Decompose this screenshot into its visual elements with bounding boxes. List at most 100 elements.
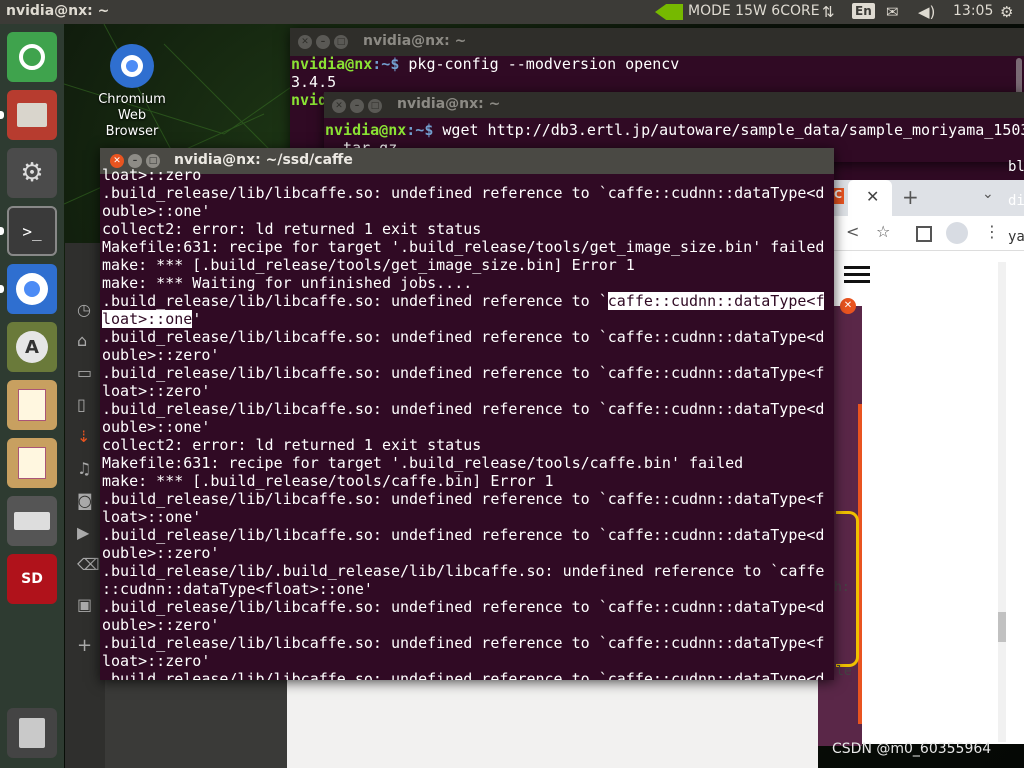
folder-icon[interactable]: ▭ (77, 363, 92, 382)
terminal-line: ::cudnn::dataType<float>::one' (102, 580, 373, 598)
chrome-browser-window: C ✕ + ⌄ < ☆ ⋮ ✕ h: le (818, 180, 1024, 746)
add-location-icon[interactable]: + (77, 635, 92, 656)
tab-search-icon[interactable]: ⌄ (982, 186, 994, 202)
hamburger-menu-icon[interactable] (844, 266, 870, 269)
scrollbar-thumb[interactable] (998, 612, 1006, 642)
terminal-line: collect2: error: ld returned 1 exit stat… (102, 436, 482, 454)
minimize-button[interactable]: – (350, 99, 364, 113)
text-editor-icon-2[interactable] (7, 438, 57, 488)
home-icon[interactable]: ⌂ (77, 331, 87, 350)
software-updater-icon[interactable]: A (7, 322, 57, 372)
menu-kebab-icon[interactable]: ⋮ (984, 222, 1000, 241)
close-button[interactable]: ✕ (298, 35, 312, 49)
prompt-path: :~$ (372, 55, 400, 73)
settings-gear-icon[interactable]: ⚙ (1000, 3, 1013, 21)
terminal-line: make: *** [.build_release/tools/get_imag… (102, 256, 635, 274)
minimize-button[interactable]: – (316, 35, 330, 49)
document-icon[interactable]: ▯ (77, 395, 86, 414)
terminal-line: loat>::zero' (102, 382, 211, 400)
selected-text[interactable]: loat>::one (102, 310, 193, 328)
window-title: nvidia@nx: ~ (363, 33, 467, 49)
close-button[interactable]: ✕ (332, 99, 346, 113)
prompt-path: :~$ (406, 121, 434, 139)
overlay-close-icon[interactable]: ✕ (840, 298, 856, 314)
system-settings-icon[interactable]: ⚙ (7, 148, 57, 198)
mail-icon[interactable]: ✉ (886, 3, 899, 21)
browser-scrollbar[interactable] (998, 262, 1006, 742)
file-manager-icon[interactable] (7, 90, 57, 140)
terminal-caffe-output[interactable]: loat>::zero .build_release/lib/libcaffe.s… (102, 166, 832, 680)
running-indicator (0, 285, 4, 293)
terminal-line: .build_release/lib/libcaffe.so: undefine… (102, 670, 825, 680)
terminal-line: Makefile:631: recipe for target '.build_… (102, 238, 825, 256)
terminal-line: make: *** Waiting for unfinished jobs...… (102, 274, 473, 292)
profile-avatar-icon[interactable] (946, 222, 968, 244)
terminal-line: Makefile:631: recipe for target '.build_… (102, 454, 744, 472)
drive-icon[interactable] (7, 496, 57, 546)
clock[interactable]: 13:05 (953, 3, 993, 19)
terminal-line: collect2: error: ld returned 1 exit stat… (102, 220, 482, 238)
camera-icon[interactable]: ◙ (77, 491, 93, 510)
prompt-user: nvidia@nx (291, 55, 373, 73)
drive-small-icon[interactable]: ▣ (77, 595, 92, 614)
recent-icon[interactable]: ◷ (77, 300, 91, 319)
terminal-line: .build_release/lib/libcaffe.so: undefine… (102, 184, 825, 202)
keyboard-layout[interactable]: En (852, 3, 875, 19)
side-panel-icon[interactable] (916, 226, 932, 242)
music-icon[interactable]: ♫ (77, 459, 91, 478)
running-indicator (0, 227, 4, 235)
terminal-line: .build_release/lib/libcaffe.so: undefine… (102, 364, 825, 382)
top-panel: nvidia@nx: ~ MODE 15W 6CORE ⇅ En ✉ ◀) 13… (0, 0, 1024, 24)
trash-small-icon[interactable]: ⌫ (77, 555, 100, 574)
terminal-line: ouble>::zero' (102, 346, 220, 364)
chromium-icon (110, 44, 154, 88)
line-prefix: .build_release/lib/libcaffe.so: undefine… (102, 292, 608, 310)
sd-card-icon[interactable]: SD (7, 554, 57, 604)
fragment-ya: ya (1008, 229, 1024, 245)
command-text: pkg-config --modversion opencv (399, 55, 680, 73)
download-icon[interactable]: ⇣ (77, 427, 90, 446)
terminal-line: loat>::one' (102, 508, 202, 526)
power-mode-indicator[interactable]: MODE 15W 6CORE (688, 3, 820, 19)
terminal-line: loat>::zero' (102, 652, 211, 670)
terminal-window-caffe: ✕ – □ nvidia@nx: ~/ssd/caffe loat>::zero… (100, 148, 834, 680)
video-icon[interactable]: ▶ (77, 523, 89, 542)
new-tab-icon[interactable]: + (902, 185, 919, 209)
active-tab[interactable]: ✕ (848, 180, 892, 216)
terminal-line: loat>::zero (102, 166, 202, 184)
chromium-desktop-shortcut[interactable]: Chromium Web Browser (92, 44, 172, 140)
share-icon[interactable]: < (846, 222, 859, 241)
network-arrows-icon[interactable]: ⇅ (822, 3, 835, 21)
line-tail: ' (192, 310, 202, 328)
output-text: 3.4.5 (291, 73, 337, 91)
file-manager-content (287, 680, 818, 768)
terminal-line: .build_release/lib/libcaffe.so: undefine… (102, 328, 825, 346)
terminal-icon[interactable]: >_ (7, 206, 57, 256)
nvidia-logo-icon[interactable] (655, 4, 683, 20)
terminal-line: make: *** [.build_release/tools/caffe.bi… (102, 472, 554, 490)
active-window-title: nvidia@nx: ~ (6, 3, 110, 19)
chromium-icon[interactable] (7, 264, 57, 314)
volume-icon[interactable]: ◀) (918, 3, 935, 21)
terminal-line: .build_release/lib/.build_release/lib/li… (102, 562, 825, 580)
side-fragment-le: le (836, 664, 852, 679)
desktop-icon-label: Chromium Web Browser (98, 92, 166, 139)
watermark: CSDN @m0_60355964 (832, 741, 992, 757)
text-editor-icon[interactable] (7, 380, 57, 430)
trash-icon[interactable] (7, 708, 57, 758)
terminal-line: .build_release/lib/libcaffe.so: undefine… (102, 598, 825, 616)
terminal-line: .build_release/lib/libcaffe.so: undefine… (102, 292, 832, 310)
terminal-line: loat>::one' (102, 310, 832, 328)
selected-text[interactable]: caffe::cudnn::dataType<f (607, 292, 825, 310)
terminal-line: ouble>::one' (102, 202, 211, 220)
running-indicator (0, 111, 4, 119)
ubuntu-dash-icon[interactable] (7, 32, 57, 82)
maximize-button[interactable]: □ (334, 35, 348, 49)
command-text: wget http://db3.ertl.jp/autoware/sample_… (433, 121, 1024, 139)
maximize-button[interactable]: □ (368, 99, 382, 113)
terminal-line: .build_release/lib/libcaffe.so: undefine… (102, 526, 825, 544)
tab-close-icon[interactable]: ✕ (866, 187, 879, 206)
bookmark-star-icon[interactable]: ☆ (876, 222, 890, 241)
terminal-line: .build_release/lib/libcaffe.so: undefine… (102, 400, 825, 418)
window-title: nvidia@nx: ~ (397, 96, 501, 112)
